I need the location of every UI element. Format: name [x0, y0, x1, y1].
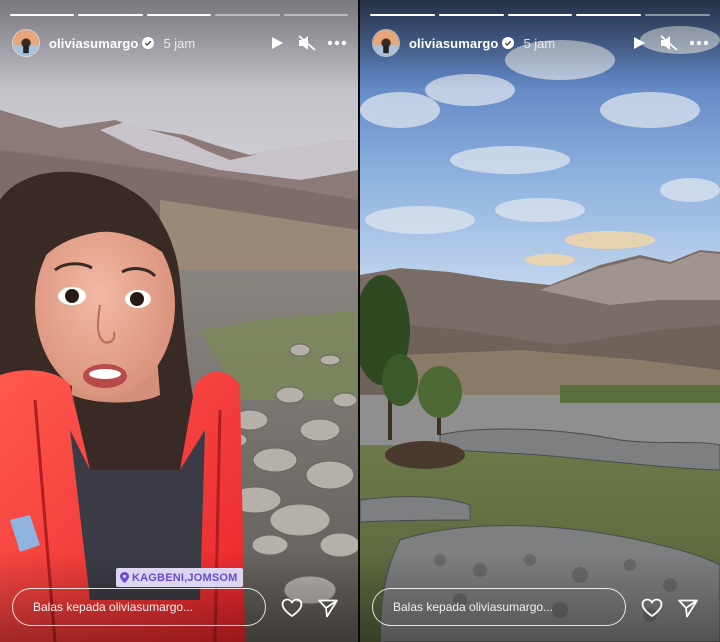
send-icon[interactable]: [676, 596, 700, 620]
username[interactable]: oliviasumargo: [49, 36, 138, 51]
progress-segment: [146, 14, 212, 16]
more-options-icon[interactable]: [688, 32, 710, 54]
story-actions: [640, 596, 712, 620]
story-viewer: oliviasumargo 5 jam KAGBENI,JOMSOM Balas…: [0, 0, 720, 642]
reply-input[interactable]: [31, 599, 265, 615]
progress-segment: [507, 14, 573, 16]
story-progress-bar: [370, 14, 710, 16]
heart-icon[interactable]: [280, 596, 304, 620]
story-actions: [280, 596, 352, 620]
heart-icon[interactable]: [640, 596, 664, 620]
more-options-icon[interactable]: [326, 32, 348, 54]
progress-segment: [215, 14, 280, 16]
play-icon[interactable]: [628, 32, 650, 54]
play-icon[interactable]: [266, 32, 288, 54]
story-photo-selfie: [0, 0, 358, 642]
story-photo-landscape: [360, 0, 720, 642]
progress-segment: [283, 14, 349, 16]
reply-input[interactable]: [391, 599, 625, 615]
progress-segment: [438, 14, 504, 16]
story-progress-bar: [10, 14, 349, 16]
story-panel-right[interactable]: oliviasumargo 5 jam: [360, 0, 720, 642]
avatar[interactable]: [372, 29, 400, 57]
speaker-muted-icon[interactable]: [296, 32, 318, 54]
progress-segment: [370, 14, 435, 16]
progress-segment: [645, 14, 710, 16]
story-panel-left[interactable]: oliviasumargo 5 jam KAGBENI,JOMSOM: [0, 0, 358, 642]
progress-segment: [10, 14, 75, 16]
post-time: 5 jam: [163, 35, 196, 51]
progress-segment: [576, 14, 642, 16]
reply-field[interactable]: [372, 588, 626, 626]
username[interactable]: oliviasumargo: [409, 36, 498, 51]
speaker-muted-icon[interactable]: [658, 32, 680, 54]
story-header: oliviasumargo 5 jam: [12, 28, 348, 58]
story-header: oliviasumargo 5 jam: [372, 28, 710, 58]
location-sticker[interactable]: KAGBENI,JOMSOM: [116, 568, 244, 587]
reply-field[interactable]: [12, 588, 266, 626]
avatar[interactable]: [12, 29, 40, 57]
send-icon[interactable]: [316, 596, 340, 620]
location-pin-icon: [120, 572, 129, 583]
verified-badge-icon: [502, 37, 515, 49]
post-time: 5 jam: [523, 35, 556, 51]
verified-badge-icon: [142, 37, 155, 49]
location-label: KAGBENI,JOMSOM: [132, 571, 238, 584]
progress-segment: [78, 14, 143, 16]
